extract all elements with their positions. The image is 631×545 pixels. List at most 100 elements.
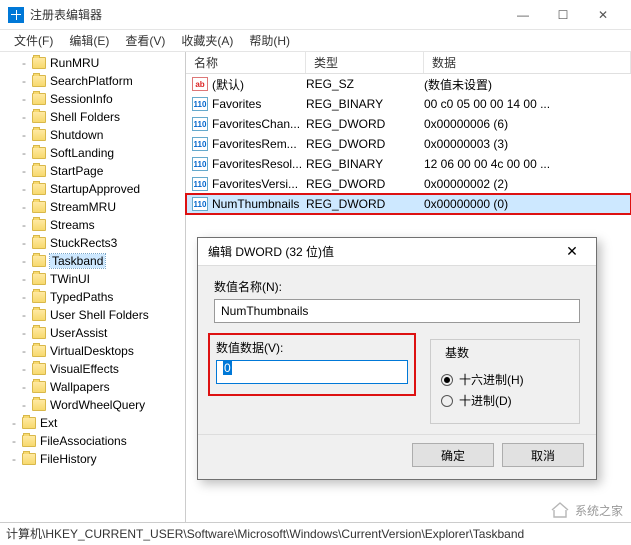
radio-hex[interactable]: 十六进制(H) [441, 371, 569, 388]
tree-item[interactable]: -Shell Folders [0, 108, 185, 126]
titlebar: 注册表编辑器 — ☐ ✕ [0, 0, 631, 30]
tree-item[interactable]: -Shutdown [0, 126, 185, 144]
tree-item[interactable]: -VirtualDesktops [0, 342, 185, 360]
folder-icon [32, 201, 46, 213]
edit-dword-dialog: 编辑 DWORD (32 位)值 ✕ 数值名称(N): 数值数据(V): 0 基… [197, 237, 597, 480]
tree-item[interactable]: -Wallpapers [0, 378, 185, 396]
tree-item[interactable]: -Taskband [0, 252, 185, 270]
value-icon: 110 [192, 197, 208, 211]
folder-icon [32, 75, 46, 87]
tree-item[interactable]: -StartupApproved [0, 180, 185, 198]
radio-dec[interactable]: 十进制(D) [441, 392, 569, 409]
list-row[interactable]: 110FavoritesREG_BINARY00 c0 05 00 00 14 … [186, 94, 631, 114]
value-name: FavoritesChan... [212, 117, 306, 131]
tree-item[interactable]: -Streams [0, 216, 185, 234]
tree-item[interactable]: -StuckRects3 [0, 234, 185, 252]
value-type: REG_BINARY [306, 157, 424, 171]
tree-item[interactable]: -Ext [0, 414, 185, 432]
radio-dec-icon [441, 395, 453, 407]
folder-icon [32, 273, 46, 285]
close-button[interactable]: ✕ [583, 1, 623, 29]
folder-icon [32, 363, 46, 375]
list-row[interactable]: 110 FavoritesChan...REG_DWORD0x00000006 (… [186, 114, 631, 134]
folder-icon [32, 129, 46, 141]
folder-icon [32, 237, 46, 249]
cancel-button[interactable]: 取消 [502, 443, 584, 467]
ok-button[interactable]: 确定 [412, 443, 494, 467]
folder-icon [32, 255, 46, 267]
menu-file[interactable]: 文件(F) [6, 32, 61, 49]
value-icon: ab [192, 77, 208, 91]
tree-item[interactable]: -StreamMRU [0, 198, 185, 216]
value-data: 0x00000000 (0) [424, 197, 631, 211]
tree-item[interactable]: -RunMRU [0, 54, 185, 72]
folder-icon [32, 147, 46, 159]
statusbar: 计算机\HKEY_CURRENT_USER\Software\Microsoft… [0, 522, 631, 544]
list-header: 名称 类型 数据 [186, 52, 631, 74]
tree-item[interactable]: -UserAssist [0, 324, 185, 342]
list-row[interactable]: 110 FavoritesVersi...REG_DWORD0x00000002 … [186, 174, 631, 194]
value-name-label: 数值名称(N): [214, 278, 580, 295]
list-row[interactable]: 110 NumThumbnailsREG_DWORD0x00000000 (0) [186, 194, 631, 214]
menu-favorites[interactable]: 收藏夹(A) [173, 32, 241, 49]
value-name: NumThumbnails [212, 197, 306, 211]
tree-item[interactable]: -TWinUI [0, 270, 185, 288]
window-title: 注册表编辑器 [30, 6, 503, 23]
col-type[interactable]: 类型 [306, 52, 424, 73]
menu-edit[interactable]: 编辑(E) [61, 32, 117, 49]
base-label: 基数 [441, 344, 473, 361]
value-name: FavoritesVersi... [212, 177, 306, 191]
maximize-button[interactable]: ☐ [543, 1, 583, 29]
value-name-field[interactable] [214, 299, 580, 323]
list-row[interactable]: ab (默认)REG_SZ(数值未设置) [186, 74, 631, 94]
tree-item[interactable]: -User Shell Folders [0, 306, 185, 324]
menu-view[interactable]: 查看(V) [117, 32, 173, 49]
folder-icon [32, 183, 46, 195]
value-icon: 110 [192, 97, 208, 111]
value-icon: 110 [192, 137, 208, 151]
folder-icon [32, 309, 46, 321]
tree-item[interactable]: -TypedPaths [0, 288, 185, 306]
tree-item[interactable]: -FileHistory [0, 450, 185, 468]
col-name[interactable]: 名称 [186, 52, 306, 73]
list-row[interactable]: 110FavoritesResol...REG_BINARY12 06 00 0… [186, 154, 631, 174]
folder-icon [32, 165, 46, 177]
dialog-close-button[interactable]: ✕ [558, 243, 586, 260]
menubar: 文件(F) 编辑(E) 查看(V) 收藏夹(A) 帮助(H) [0, 30, 631, 52]
tree-item[interactable]: -SearchPlatform [0, 72, 185, 90]
tree-item[interactable]: -WordWheelQuery [0, 396, 185, 414]
folder-icon [32, 345, 46, 357]
value-data: 0x00000006 (6) [424, 117, 631, 131]
dialog-title: 编辑 DWORD (32 位)值 [208, 243, 558, 260]
menu-help[interactable]: 帮助(H) [241, 32, 298, 49]
tree-pane[interactable]: -RunMRU-SearchPlatform-SessionInfo-Shell… [0, 52, 186, 522]
folder-icon [32, 219, 46, 231]
value-icon: 110 [192, 117, 208, 131]
value-data: (数值未设置) [424, 76, 631, 93]
folder-icon [22, 435, 36, 447]
value-data: 0x00000003 (3) [424, 137, 631, 151]
minimize-button[interactable]: — [503, 1, 543, 29]
value-type: REG_DWORD [306, 197, 424, 211]
value-data: 0x00000002 (2) [424, 177, 631, 191]
value-type: REG_DWORD [306, 177, 424, 191]
list-row[interactable]: 110FavoritesRem...REG_DWORD0x00000003 (3… [186, 134, 631, 154]
tree-item[interactable]: -StartPage [0, 162, 185, 180]
value-data: 00 c0 05 00 00 14 00 ... [424, 97, 631, 111]
col-data[interactable]: 数据 [424, 52, 631, 73]
value-name: FavoritesResol... [212, 157, 306, 171]
tree-item[interactable]: -VisualEffects [0, 360, 185, 378]
value-data-field[interactable]: 0 [216, 360, 408, 384]
folder-icon [32, 93, 46, 105]
value-name: (默认) [212, 76, 306, 93]
folder-icon [32, 57, 46, 69]
tree-item[interactable]: -SessionInfo [0, 90, 185, 108]
app-icon [8, 7, 24, 23]
base-group: 基数 十六进制(H) 十进制(D) [430, 339, 580, 424]
value-icon: 110 [192, 177, 208, 191]
value-icon: 110 [192, 157, 208, 171]
value-type: REG_DWORD [306, 117, 424, 131]
tree-item[interactable]: -FileAssociations [0, 432, 185, 450]
tree-item[interactable]: -SoftLanding [0, 144, 185, 162]
value-type: REG_SZ [306, 77, 424, 91]
